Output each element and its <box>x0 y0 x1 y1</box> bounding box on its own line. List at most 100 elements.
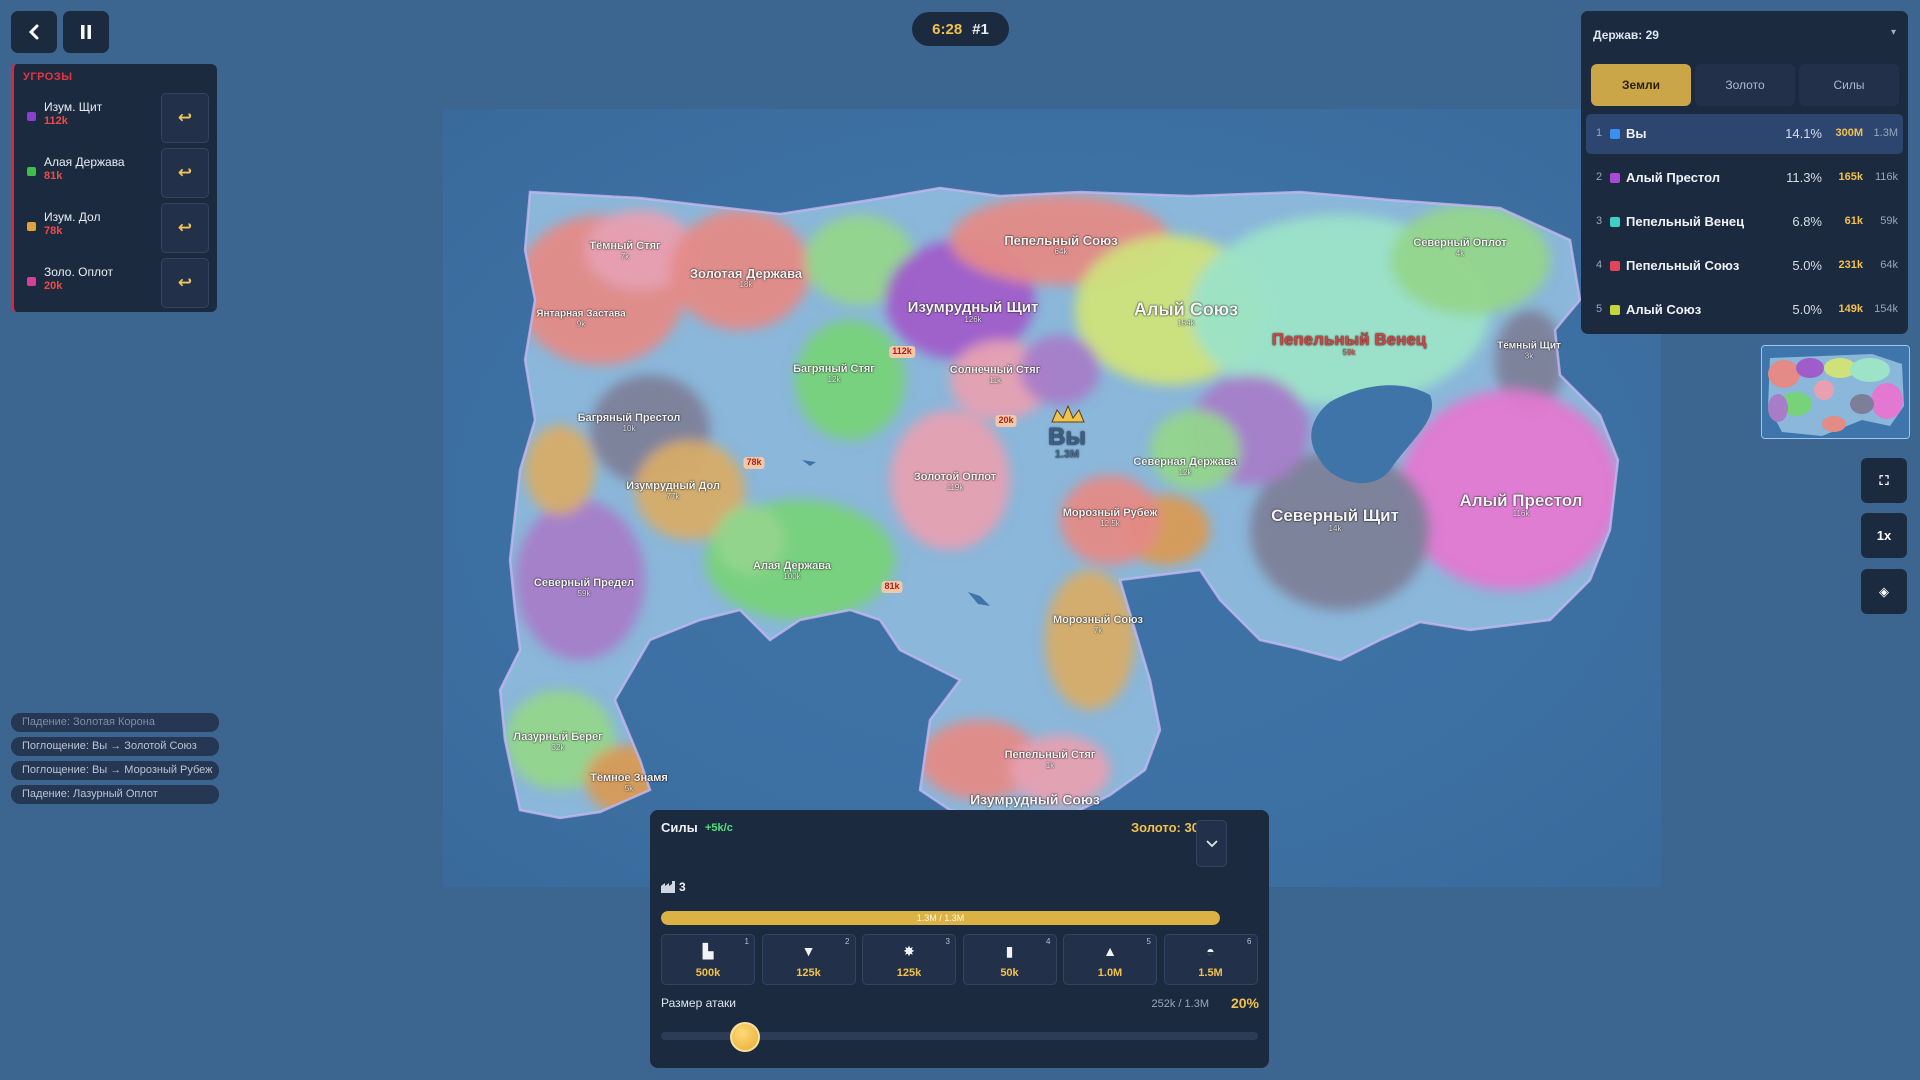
territory[interactable] <box>1010 735 1110 805</box>
nation-color-swatch <box>1610 217 1620 227</box>
territory[interactable] <box>670 210 810 330</box>
threat-row: Золо. Оплот 20k ↩ <box>14 256 220 308</box>
territory[interactable] <box>1150 410 1240 490</box>
troop-rate: +5k/с <box>705 822 733 834</box>
land-percent: 11.3% <box>1786 170 1822 185</box>
build-missile-button[interactable]: 5 ▲ 1.0M <box>1063 934 1157 985</box>
threat-row: Изум. Дол 78k ↩ <box>14 201 220 253</box>
event-log-item: Падение: Лазурный Оплот <box>11 785 219 804</box>
chevron-down-icon <box>1205 839 1218 847</box>
nation-troops: 64k <box>1880 259 1898 271</box>
territory[interactable] <box>1060 475 1160 565</box>
leaderboard-tab[interactable]: Золото <box>1695 64 1795 106</box>
territories <box>500 188 1620 820</box>
build-factory-button[interactable]: 1 ▙ 500k <box>661 934 755 985</box>
threat-name: Изум. Дол <box>44 210 101 224</box>
nation-color-swatch <box>1610 129 1620 139</box>
leaderboard-rank: 4 <box>1596 259 1603 271</box>
territory[interactable] <box>585 745 675 815</box>
territory[interactable] <box>525 425 595 515</box>
forces-title: Силы <box>661 820 698 835</box>
unit-cost: 1.5M <box>1198 967 1223 979</box>
leaderboard-rank: 1 <box>1596 127 1603 139</box>
leaderboard-row[interactable]: 1 Вы 14.1% 300M 1.3M <box>1586 114 1903 154</box>
factory-count-value: 3 <box>679 880 686 894</box>
factory-count: 3 <box>661 880 686 894</box>
return-arrow-icon: ↩ <box>177 108 193 127</box>
player-rank: #1 <box>972 20 989 38</box>
missile-icon: ▲ <box>1103 943 1117 959</box>
territory[interactable] <box>515 500 645 660</box>
nation-name: Вы <box>1626 126 1647 141</box>
nation-name: Пепельный Союз <box>1626 258 1740 273</box>
threat-color-swatch <box>27 112 36 121</box>
collapse-caret-icon[interactable]: ▾ <box>1891 27 1896 38</box>
speed-label: 1x <box>1876 528 1892 543</box>
territory[interactable] <box>890 410 1010 550</box>
factory-icon: ▙ <box>702 943 714 959</box>
land-percent: 14.1% <box>1785 126 1822 141</box>
nation-troops: 59k <box>1880 215 1898 227</box>
leaderboard-rank: 3 <box>1596 215 1603 227</box>
territory[interactable] <box>1020 335 1100 405</box>
attack-slider-handle[interactable] <box>729 1022 760 1052</box>
leaderboard-title: Держав: 29 <box>1593 28 1659 42</box>
incoming-army-chip[interactable]: 81k <box>881 581 903 593</box>
minimap[interactable] <box>1761 345 1910 439</box>
territory[interactable] <box>1045 570 1135 710</box>
build-ship-button[interactable]: 2 ▼ 125k <box>761 934 856 985</box>
back-button[interactable] <box>11 11 57 53</box>
nation-troops: 116k <box>1874 171 1898 183</box>
incoming-army-chip[interactable]: 112k <box>889 346 915 358</box>
retaliate-button[interactable]: ↩ <box>161 203 209 253</box>
attack-size-percent: 20% <box>1230 995 1259 1011</box>
ship-icon: ▼ <box>801 943 816 959</box>
return-arrow-icon: ↩ <box>177 273 193 292</box>
speed-button[interactable]: 1x <box>1861 513 1907 558</box>
build-shield-dome-button[interactable]: 6 ◓ 1.5M <box>1163 934 1258 985</box>
nation-color-swatch <box>1610 173 1620 183</box>
pause-button[interactable] <box>63 11 109 53</box>
leaderboard-rank: 5 <box>1596 303 1603 315</box>
fullscreen-icon: ⛶ <box>1879 472 1889 488</box>
silo-icon: ▮ <box>1005 943 1014 959</box>
retaliate-button[interactable]: ↩ <box>161 148 209 198</box>
center-view-icon: ◈ <box>1879 583 1889 599</box>
leaderboard-row[interactable]: 4 Пепельный Союз 5.0% 231k 64k <box>1586 246 1903 286</box>
mine-icon: ✸ <box>903 943 915 959</box>
fullscreen-button[interactable]: ⛶ <box>1861 458 1907 503</box>
incoming-army-chip[interactable]: 20k <box>995 415 1017 427</box>
threats-title: УГРОЗЫ <box>23 71 73 83</box>
incoming-army-chip[interactable]: 78k <box>743 457 765 469</box>
leaderboard-tab[interactable]: Земли <box>1591 64 1691 106</box>
retaliate-button[interactable]: ↩ <box>161 93 209 143</box>
territory[interactable] <box>795 320 905 440</box>
build-mine-button[interactable]: 3 ✸ 125k <box>862 934 956 985</box>
event-log-item: Падение: Золотая Корона <box>11 713 219 732</box>
leaderboard-row[interactable]: 3 Пепельный Венец 6.8% 61k 59k <box>1586 202 1903 242</box>
return-arrow-icon: ↩ <box>177 163 193 182</box>
threats-panel: УГРОЗЫ Изум. Щит 112k ↩ Алая Держава 81k… <box>11 64 217 312</box>
nation-troops: 154k <box>1874 303 1898 315</box>
leaderboard-row[interactable]: 5 Алый Союз 5.0% 149k 154k <box>1586 290 1903 330</box>
land-percent: 5.0% <box>1792 302 1822 317</box>
retaliate-button[interactable]: ↩ <box>161 258 209 308</box>
attack-size-label: Размер атаки <box>661 996 736 1010</box>
event-log-item: Поглощение: Вы → Золотой Союз <box>11 737 219 756</box>
center-view-button[interactable]: ◈ <box>1861 569 1907 614</box>
threat-troops: 81k <box>44 170 63 182</box>
shield-dome-icon: ◓ <box>1206 943 1215 959</box>
territory[interactable] <box>1400 390 1620 590</box>
territory[interactable] <box>715 505 785 575</box>
pause-icon <box>81 25 91 39</box>
timer-time: 6:28 <box>932 20 963 38</box>
threat-troops: 20k <box>44 280 63 292</box>
nation-gold: 149k <box>1838 303 1863 315</box>
build-silo-button[interactable]: 4 ▮ 50k <box>962 934 1057 985</box>
territory[interactable] <box>1390 205 1550 315</box>
collapse-panel-button[interactable] <box>1196 820 1227 867</box>
leaderboard-tab[interactable]: Силы <box>1799 64 1899 106</box>
leaderboard-row[interactable]: 2 Алый Престол 11.3% 165k 116k <box>1586 158 1903 198</box>
threat-troops: 78k <box>44 225 63 237</box>
nation-name: Алый Престол <box>1626 170 1720 185</box>
